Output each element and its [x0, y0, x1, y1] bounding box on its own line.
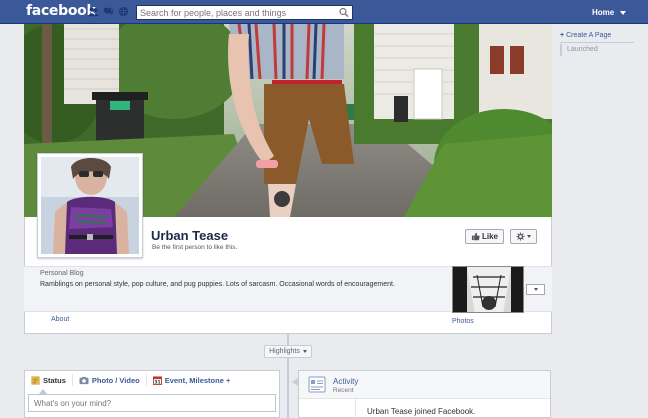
activity-subtitle: Recent [333, 387, 354, 394]
launched-label: Launched [560, 44, 632, 56]
gear-icon [516, 232, 525, 241]
jewel-icons [88, 6, 129, 17]
profile-picture[interactable] [37, 153, 143, 258]
svg-text:31: 31 [154, 379, 160, 384]
like-count-text: Be the first person to like this. [152, 244, 238, 251]
activity-item: Urban Tease joined Facebook. [367, 407, 476, 416]
activity-box: Activity Recent Urban Tease joined Faceb… [298, 370, 551, 418]
search-input[interactable] [137, 6, 332, 19]
composer-tabs: Status Photo / Video 31 Event, Milestone… [25, 371, 236, 389]
search-box [136, 5, 353, 20]
expand-apps-button[interactable] [526, 284, 545, 295]
post-composer: Status Photo / Video 31 Event, Milestone… [24, 370, 280, 418]
chevron-down-icon [527, 235, 531, 238]
top-bar: facebook Home [0, 0, 648, 24]
camera-icon [79, 376, 89, 384]
photos-thumbnail[interactable] [452, 266, 524, 313]
page-settings-button[interactable] [510, 229, 537, 244]
messages-icon[interactable] [103, 6, 114, 17]
page-title: Urban Tease [151, 228, 229, 243]
notifications-icon[interactable] [118, 6, 129, 17]
profile-image [41, 157, 139, 254]
photos-link[interactable]: Photos [452, 318, 474, 325]
search-icon[interactable] [338, 7, 350, 18]
activity-header: Activity Recent [299, 371, 550, 399]
friends-icon[interactable] [88, 6, 99, 17]
chevron-down-icon [302, 350, 307, 353]
tab-event-milestone[interactable]: 31 Event, Milestone + [147, 374, 237, 386]
chevron-down-icon [533, 288, 538, 291]
thumbs-up-icon [471, 232, 480, 241]
about-link[interactable]: About [51, 316, 69, 323]
page-category: Personal Blog [40, 270, 84, 277]
status-icon [31, 375, 40, 385]
activity-title[interactable]: Activity [333, 377, 358, 386]
right-separator [560, 42, 634, 43]
home-link[interactable]: Home [592, 8, 614, 17]
activity-divider [355, 399, 356, 418]
like-button[interactable]: Like [465, 229, 504, 244]
tab-photo-video[interactable]: Photo / Video [73, 374, 147, 386]
facebook-logo[interactable]: facebook [26, 3, 96, 19]
activity-icon [308, 376, 326, 393]
highlights-dropdown[interactable]: Highlights [264, 345, 312, 358]
calendar-icon: 31 [152, 375, 162, 385]
photos-image [453, 267, 523, 312]
status-input[interactable] [28, 394, 276, 412]
caret-down-icon[interactable] [620, 11, 626, 15]
right-column: + Create A Page Launched [554, 24, 648, 418]
page-about-text: Ramblings on personal style, pop culture… [40, 281, 395, 288]
tab-status[interactable]: Status [25, 374, 73, 386]
plus-icon: + [560, 32, 565, 39]
create-page-link[interactable]: + Create A Page [560, 32, 611, 39]
